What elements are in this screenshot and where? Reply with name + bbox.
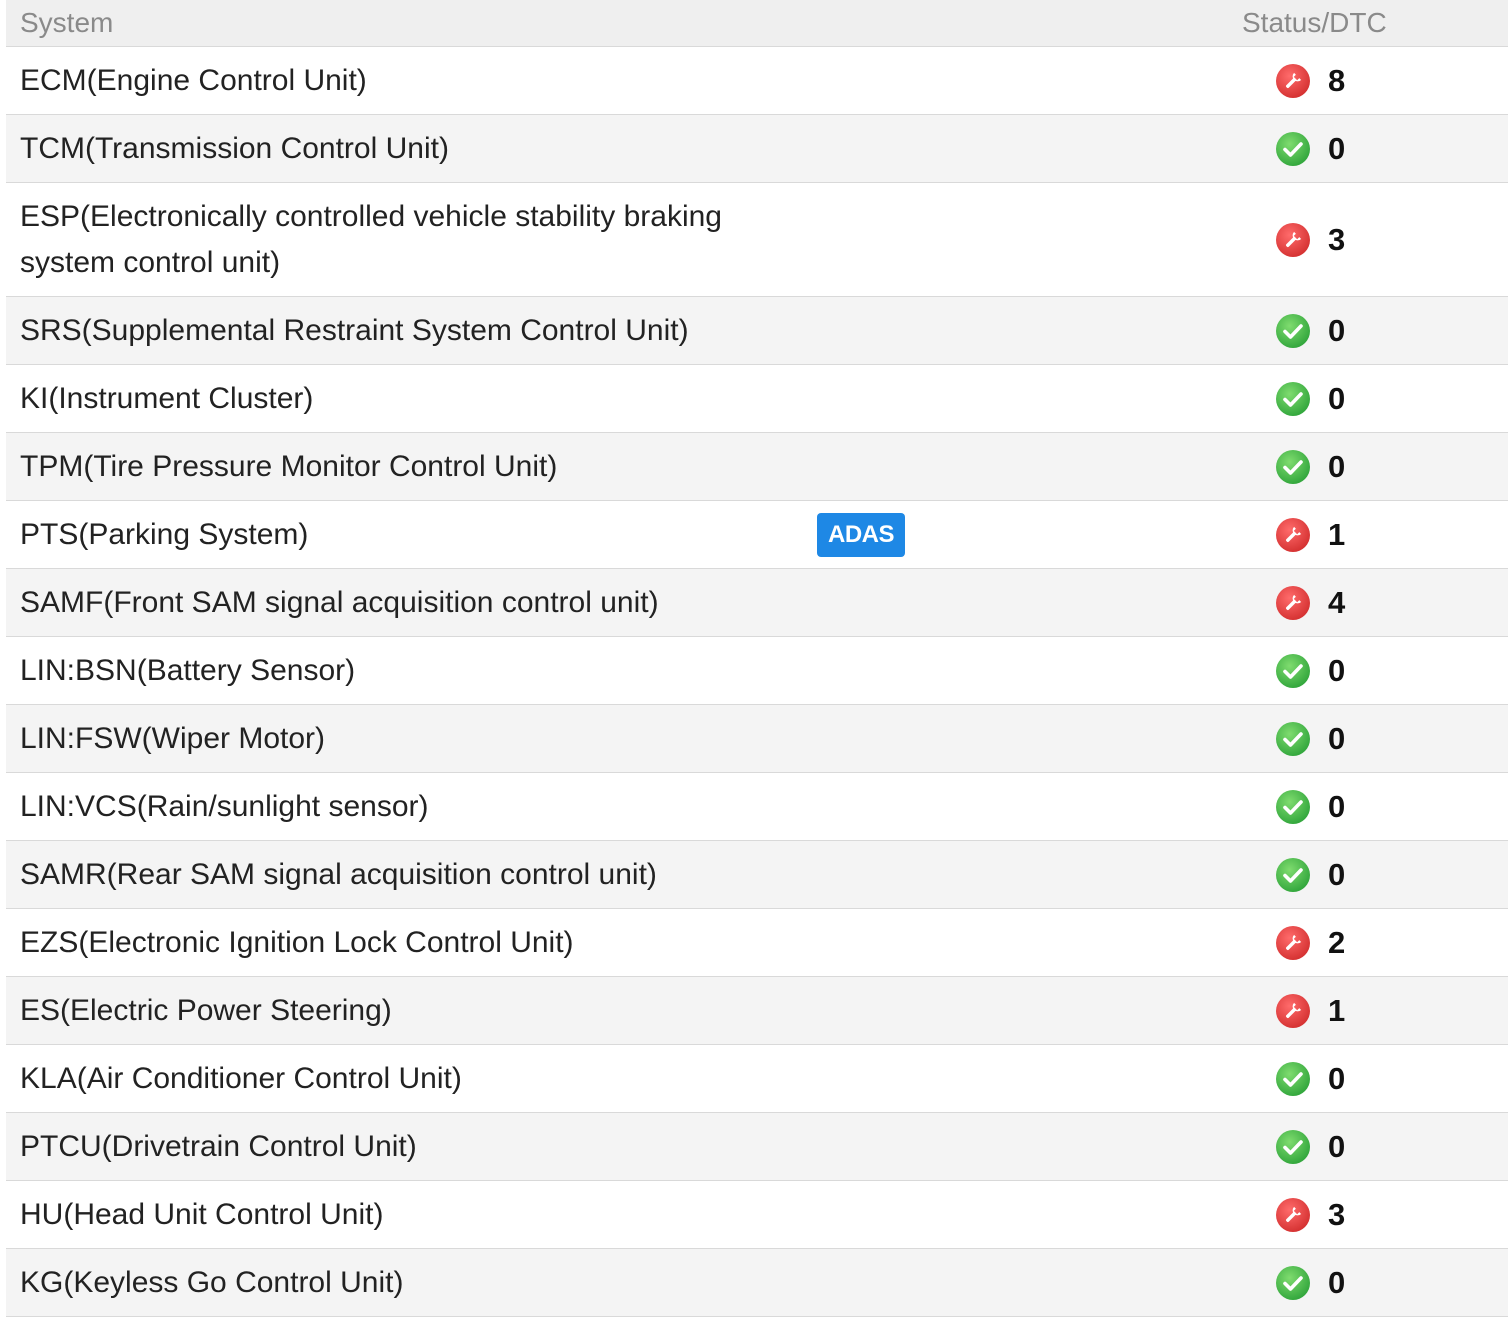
status-cell: 0 (1276, 721, 1348, 757)
dtc-count: 0 (1328, 1060, 1346, 1096)
dtc-count: 2 (1328, 924, 1346, 960)
dtc-count: 0 (1328, 788, 1346, 824)
table-row[interactable]: SAMR(Rear SAM signal acquisition control… (6, 841, 1508, 909)
adas-badge: ADAS (817, 512, 905, 557)
system-name: SRS(Supplemental Restraint System Contro… (20, 313, 689, 347)
table-row[interactable]: KI(Instrument Cluster) 0 (6, 365, 1508, 433)
dtc-count: 3 (1328, 1196, 1346, 1232)
table-row[interactable]: SRS(Supplemental Restraint System Contro… (6, 297, 1508, 365)
system-name: SAMR(Rear SAM signal acquisition control… (20, 857, 657, 891)
dtc-count: 0 (1328, 448, 1346, 484)
status-cell: 0 (1276, 313, 1348, 349)
system-name: SAMF(Front SAM signal acquisition contro… (20, 585, 659, 619)
wrench-icon (1276, 993, 1310, 1028)
table-row[interactable]: ES(Electric Power Steering) 1 (6, 977, 1508, 1045)
table-row[interactable]: PTS(Parking System) ADAS 1 (6, 501, 1508, 569)
system-list: ECM(Engine Control Unit) 8 TCM(Transmissio… (6, 47, 1508, 1317)
wrench-icon (1276, 222, 1310, 257)
check-circle-icon (1276, 1265, 1310, 1300)
check-circle-icon (1276, 721, 1310, 756)
status-cell: 2 (1276, 925, 1348, 961)
system-status-table: System Status/DTC ECM(Engine Control Uni… (6, 0, 1508, 1317)
status-cell: 0 (1276, 449, 1348, 485)
system-column-header: System (20, 7, 114, 38)
status-cell: 0 (1276, 1061, 1348, 1097)
system-name: ES(Electric Power Steering) (20, 993, 392, 1027)
system-name: TPM(Tire Pressure Monitor Control Unit) (20, 449, 558, 483)
table-header: System Status/DTC (6, 0, 1508, 47)
system-name: TCM(Transmission Control Unit) (20, 131, 449, 165)
table-row[interactable]: TPM(Tire Pressure Monitor Control Unit) 0 (6, 433, 1508, 501)
dtc-count: 1 (1328, 516, 1346, 552)
table-row[interactable]: KG(Keyless Go Control Unit) 0 (6, 1249, 1508, 1317)
status-cell: 4 (1276, 585, 1348, 621)
check-circle-icon (1276, 449, 1310, 484)
dtc-count: 0 (1328, 856, 1346, 892)
dtc-count: 3 (1328, 221, 1346, 257)
status-cell: 3 (1276, 1197, 1348, 1233)
check-circle-icon (1276, 789, 1310, 824)
table-row[interactable]: PTCU(Drivetrain Control Unit) 0 (6, 1113, 1508, 1181)
dtc-count: 0 (1328, 312, 1346, 348)
status-cell: 1 (1276, 517, 1348, 553)
wrench-icon (1276, 517, 1310, 552)
system-name: LIN:FSW(Wiper Motor) (20, 721, 326, 755)
dtc-count: 0 (1328, 652, 1346, 688)
check-circle-icon (1276, 313, 1310, 348)
status-cell: 0 (1276, 131, 1348, 167)
system-name: KI(Instrument Cluster) (20, 381, 314, 415)
check-circle-icon (1276, 653, 1310, 688)
status-cell: 0 (1276, 653, 1348, 689)
check-circle-icon (1276, 1129, 1310, 1164)
table-row[interactable]: EZS(Electronic Ignition Lock Control Uni… (6, 909, 1508, 977)
check-circle-icon (1276, 131, 1310, 166)
check-circle-icon (1276, 1061, 1310, 1096)
check-circle-icon (1276, 857, 1310, 892)
dtc-count: 0 (1328, 1128, 1346, 1164)
table-row[interactable]: KLA(Air Conditioner Control Unit) 0 (6, 1045, 1508, 1113)
system-name: EZS(Electronic Ignition Lock Control Uni… (20, 925, 574, 959)
system-name: PTS(Parking System) (20, 517, 309, 551)
wrench-icon (1276, 63, 1310, 98)
dtc-count: 4 (1328, 584, 1346, 620)
dtc-count: 0 (1328, 380, 1346, 416)
table-row[interactable]: HU(Head Unit Control Unit) 3 (6, 1181, 1508, 1249)
table-row[interactable]: LIN:FSW(Wiper Motor) 0 (6, 705, 1508, 773)
status-cell: 0 (1276, 857, 1348, 893)
status-dtc-column-header: Status/DTC (1242, 7, 1387, 38)
table-row[interactable]: SAMF(Front SAM signal acquisition contro… (6, 569, 1508, 637)
system-name: KG(Keyless Go Control Unit) (20, 1265, 404, 1299)
status-cell: 0 (1276, 381, 1348, 417)
dtc-count: 8 (1328, 62, 1346, 98)
system-name: PTCU(Drivetrain Control Unit) (20, 1129, 417, 1163)
table-row[interactable]: ESP(Electronically controlled vehicle st… (6, 183, 1508, 297)
dtc-count: 0 (1328, 1264, 1346, 1300)
table-row[interactable]: TCM(Transmission Control Unit) 0 (6, 115, 1508, 183)
system-name: HU(Head Unit Control Unit) (20, 1197, 384, 1231)
status-cell: 3 (1276, 222, 1348, 258)
system-name: LIN:VCS(Rain/sunlight sensor) (20, 789, 429, 823)
dtc-count: 0 (1328, 720, 1346, 756)
status-cell: 0 (1276, 1129, 1348, 1165)
status-cell: 0 (1276, 1265, 1348, 1301)
table-row[interactable]: ECM(Engine Control Unit) 8 (6, 47, 1508, 115)
wrench-icon (1276, 925, 1310, 960)
check-circle-icon (1276, 381, 1310, 416)
status-cell: 1 (1276, 993, 1348, 1029)
wrench-icon (1276, 585, 1310, 620)
table-row[interactable]: LIN:BSN(Battery Sensor) 0 (6, 637, 1508, 705)
dtc-count: 1 (1328, 992, 1346, 1028)
system-name: LIN:BSN(Battery Sensor) (20, 653, 356, 687)
system-name: ESP(Electronically controlled vehicle st… (20, 199, 722, 279)
dtc-count: 0 (1328, 130, 1346, 166)
status-cell: 8 (1276, 63, 1348, 99)
table-row[interactable]: LIN:VCS(Rain/sunlight sensor) 0 (6, 773, 1508, 841)
system-name: KLA(Air Conditioner Control Unit) (20, 1061, 462, 1095)
status-cell: 0 (1276, 789, 1348, 825)
system-name: ECM(Engine Control Unit) (20, 63, 367, 97)
wrench-icon (1276, 1197, 1310, 1232)
